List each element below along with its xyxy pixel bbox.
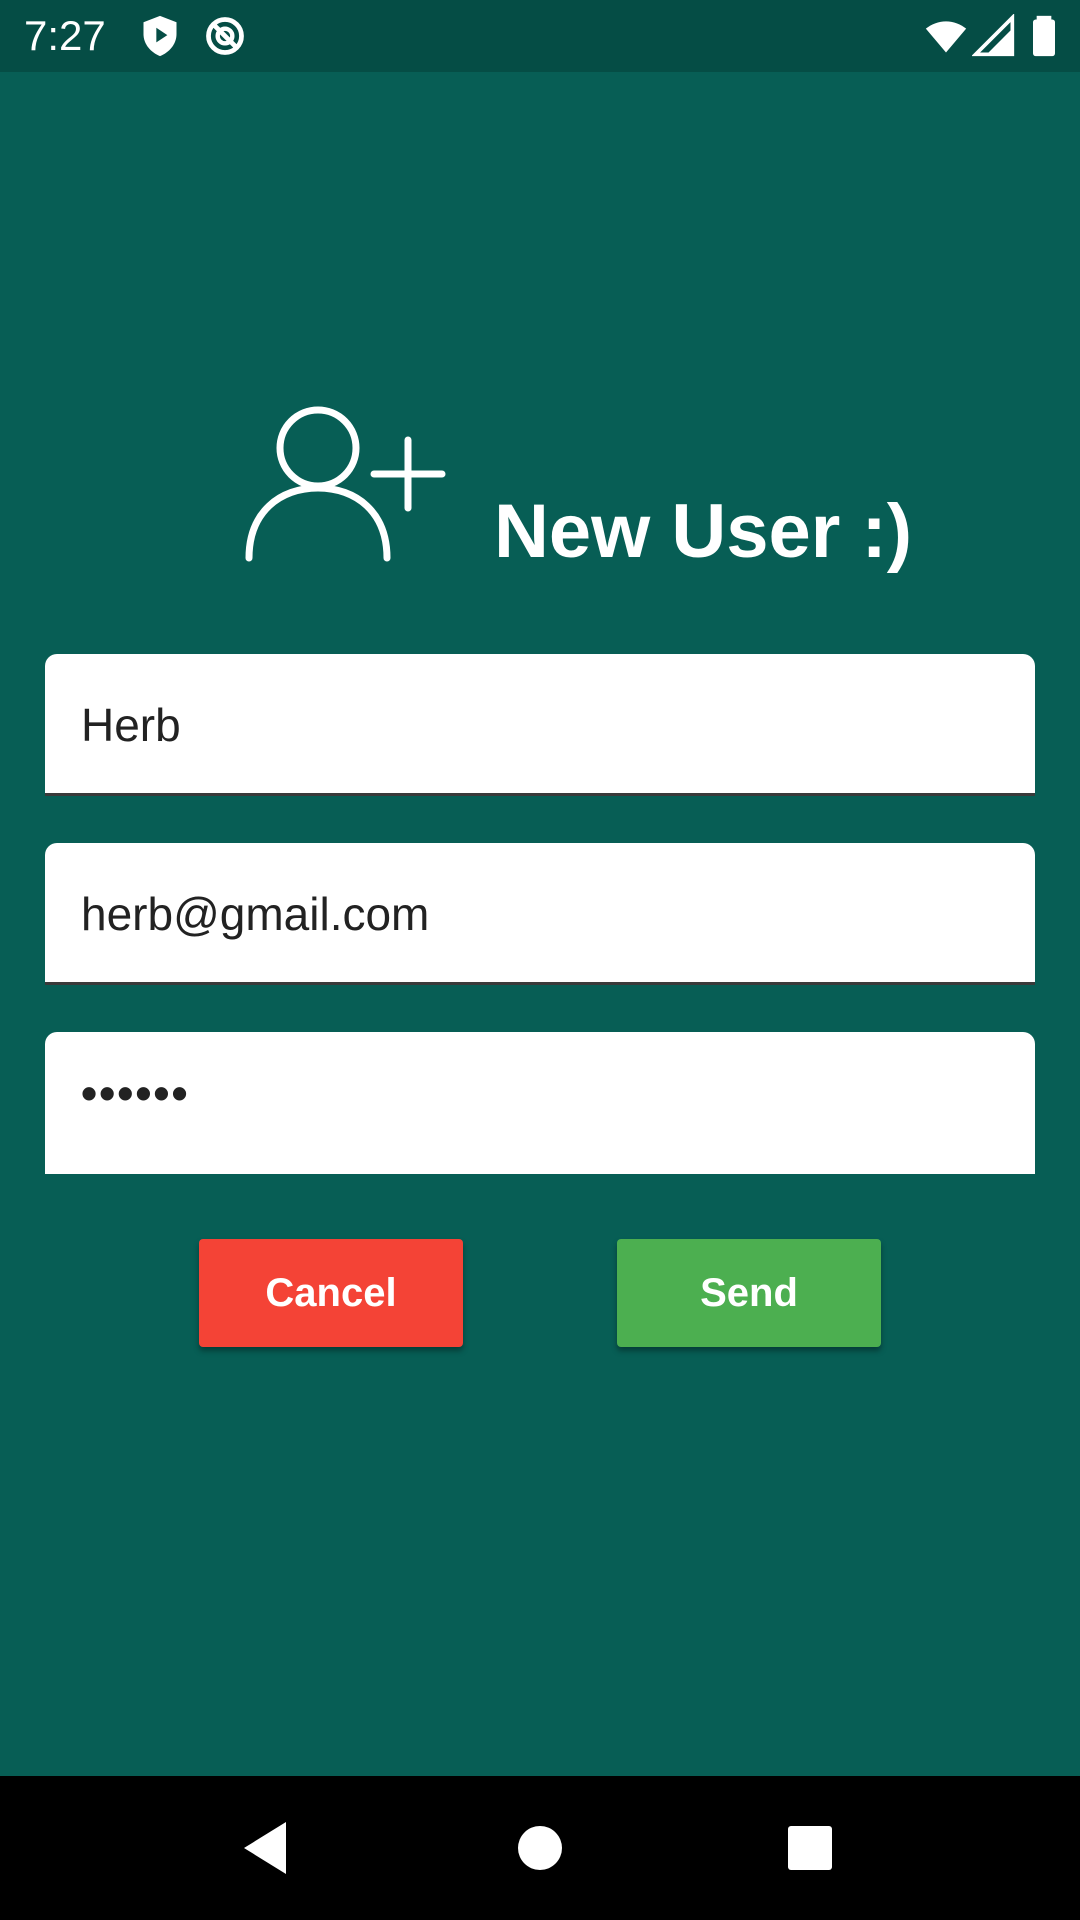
name-field[interactable]: Herb (45, 654, 1035, 796)
battery-icon (1022, 14, 1066, 58)
wifi-icon (924, 14, 968, 58)
password-field-value: •••••• (81, 1067, 190, 1119)
cancel-button[interactable]: Cancel (199, 1239, 463, 1347)
status-bar: 7:27 (0, 0, 1080, 72)
navigation-bar (0, 1776, 1080, 1920)
password-field[interactable]: •••••• (45, 1032, 1035, 1174)
add-user-icon (240, 400, 450, 570)
name-field-value: Herb (81, 699, 181, 751)
no-sync-icon (203, 14, 247, 58)
screen: 7:27 New User :) Herb herb@gmail.com •••… (0, 0, 1080, 1920)
email-field-value: herb@gmail.com (81, 888, 430, 940)
email-field[interactable]: herb@gmail.com (45, 843, 1035, 985)
send-button[interactable]: Send (617, 1239, 881, 1347)
home-icon[interactable] (504, 1812, 576, 1884)
back-icon[interactable] (232, 1812, 304, 1884)
page-title: New User :) (494, 489, 913, 574)
cell-signal-icon (972, 14, 1016, 58)
status-time: 7:27 (24, 12, 106, 59)
shield-play-icon (138, 14, 182, 58)
recents-icon[interactable] (774, 1812, 846, 1884)
